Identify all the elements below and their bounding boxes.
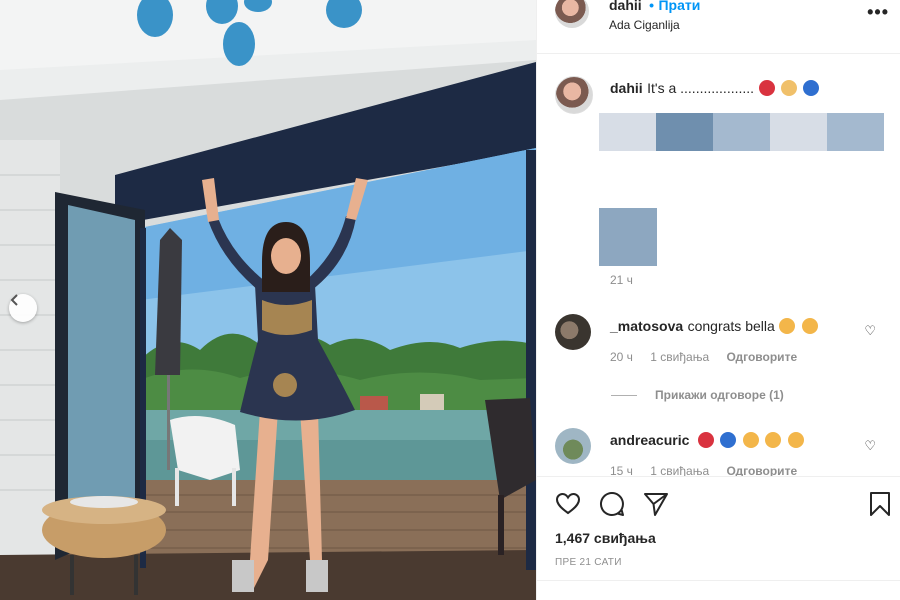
view-replies-button[interactable]: Прикажи одговоре (1) (611, 388, 784, 402)
comment-likes[interactable]: 1 свиђања (650, 350, 709, 364)
carousel-prev-icon (10, 294, 18, 306)
comment-text-row: andreacuric (610, 432, 806, 450)
post-photo[interactable] (0, 0, 536, 600)
blur-swatch (713, 113, 770, 151)
small-heart-icon[interactable]: ♡ (864, 438, 876, 454)
kiss-emoji (765, 432, 782, 448)
share-icon[interactable] (643, 491, 669, 517)
comment-meta: 20 ч 1 свиђања Одговорите (610, 350, 811, 364)
comment-time: 20 ч (610, 350, 633, 364)
header-title-row: dahii • Прати (609, 0, 700, 14)
caption-text: It's a ................... (647, 80, 755, 96)
comment-text: congrats bella (687, 318, 775, 334)
hearts-emoji (697, 432, 714, 448)
blue-heart-emoji (803, 80, 820, 96)
comment-avatar[interactable] (555, 428, 591, 464)
post-header: dahii • Прати Ada Ciganlija ••• (537, 0, 900, 54)
comment-avatar[interactable] (555, 314, 591, 350)
smiling-hearts-emoji (779, 318, 796, 334)
comment-username[interactable]: _matosova (610, 318, 683, 334)
blur-swatch (827, 113, 884, 151)
follow-separator: • (649, 0, 655, 13)
bookmark-icon[interactable] (867, 491, 893, 517)
more-options-icon[interactable]: ••• (867, 2, 889, 23)
divider (537, 580, 900, 581)
comment-username[interactable]: andreacuric (610, 432, 689, 448)
carousel-prev-button[interactable] (9, 294, 37, 322)
photo-scene (0, 0, 536, 600)
post-sidebar: dahii • Прати Ada Ciganlija ••• dahii It… (536, 0, 900, 600)
action-bar: 1,467 свиђања ПРЕ 21 САТИ (537, 476, 900, 600)
likes-count[interactable]: 1,467 свиђања (555, 530, 656, 546)
view-replies-label: Прикажи одговоре (1) (655, 388, 784, 402)
view-replies-line (611, 395, 637, 397)
caption-time: 21 ч (610, 273, 633, 287)
avatar[interactable] (555, 0, 589, 28)
blur-swatch (656, 113, 713, 151)
caption-username[interactable]: dahii (610, 80, 643, 96)
blurred-content-strip (599, 113, 884, 151)
location-link[interactable]: Ada Ciganlija (609, 18, 680, 32)
kiss-emoji (742, 432, 759, 448)
header-username[interactable]: dahii (609, 0, 642, 13)
blur-swatch (770, 113, 827, 151)
caption-text-row: dahii It's a ................... (610, 80, 821, 98)
blur-swatch (599, 113, 656, 151)
follow-button[interactable]: Прати (658, 0, 700, 13)
small-heart-icon[interactable]: ♡ (864, 323, 876, 339)
blurred-content-box (599, 208, 657, 266)
post-time-ago: ПРЕ 21 САТИ (555, 557, 622, 568)
reply-button[interactable]: Одговорите (726, 350, 797, 364)
comment-icon[interactable] (599, 491, 625, 517)
smiling-hearts-emoji (801, 318, 818, 334)
baby-emoji (780, 80, 797, 96)
caption-avatar[interactable] (555, 76, 593, 114)
blue-heart-emoji (720, 432, 737, 448)
kiss-emoji (787, 432, 804, 448)
heart-icon[interactable] (555, 491, 581, 517)
comment-text-row: _matosova congrats bella (610, 318, 820, 336)
broken-heart-emoji (758, 80, 775, 96)
